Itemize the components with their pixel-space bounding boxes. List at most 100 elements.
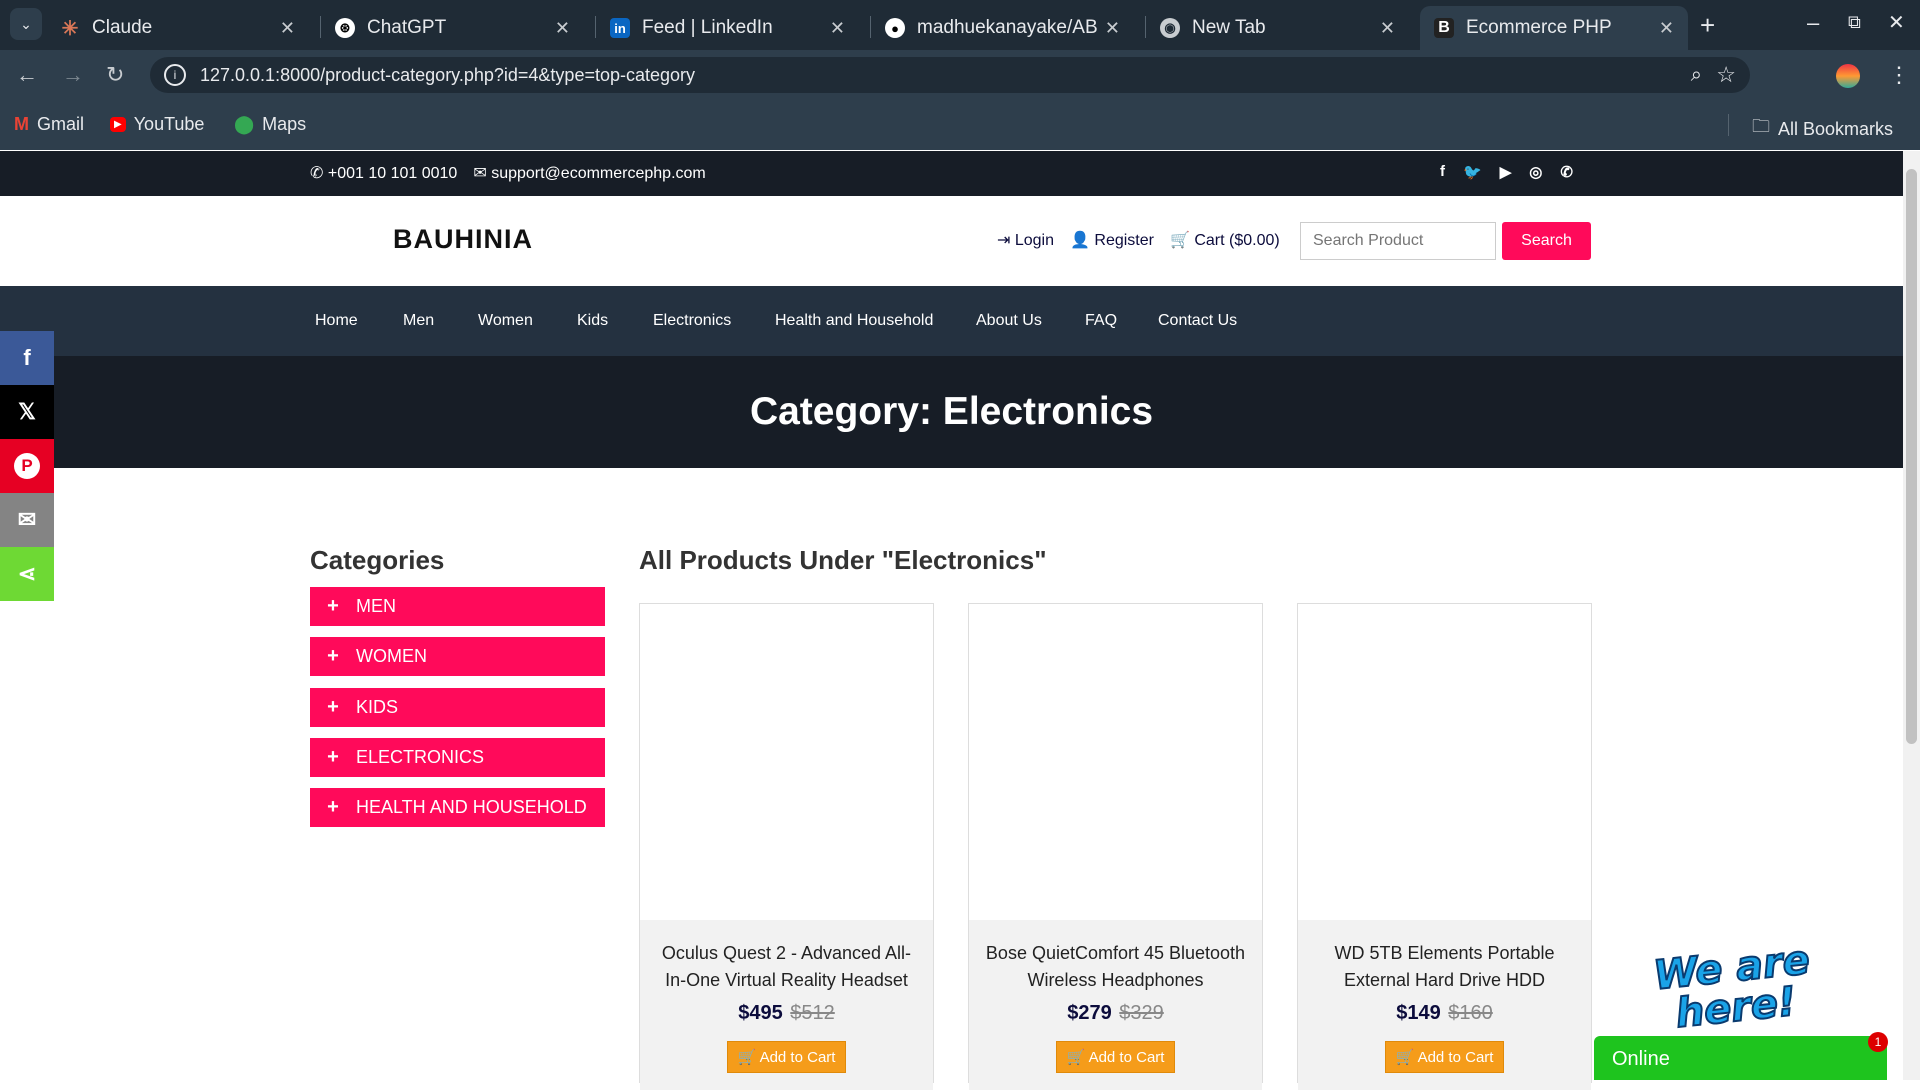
site-header: BAUHINIA ⇥ Login 👤 Register 🛒 Cart ($0.0… <box>0 196 1903 286</box>
product-price: $149 <box>1396 1002 1441 1024</box>
category-electronics[interactable]: + ELECTRONICS <box>310 738 605 777</box>
x-icon: 𝕏 <box>18 399 36 424</box>
share-facebook-button[interactable]: f <box>0 331 54 385</box>
tab-linkedin[interactable]: in Feed | LinkedIn ✕ <box>610 6 855 50</box>
category-banner: Category: Electronics <box>0 356 1903 468</box>
tab-claude[interactable]: ✳ Claude ✕ <box>60 6 305 50</box>
email-contact[interactable]: ✉ support@ecommercephp.com <box>473 163 705 183</box>
bookmark-youtube[interactable]: ▶ YouTube <box>110 114 204 135</box>
site-info-icon[interactable]: i <box>164 64 186 86</box>
add-to-cart-button[interactable]: 🛒 Add to Cart <box>1055 1041 1176 1073</box>
nav-about-us[interactable]: About Us <box>976 312 1042 330</box>
tab-chatgpt[interactable]: ⊛ ChatGPT ✕ <box>335 6 580 50</box>
envelope-icon: ✉ <box>17 507 37 532</box>
product-card[interactable]: Bose QuietComfort 45 Bluetooth Wireless … <box>968 603 1263 1090</box>
nav-faq[interactable]: FAQ <box>1085 312 1117 330</box>
all-bookmarks[interactable]: 🗀 All Bookmarks <box>1752 114 1893 144</box>
gmail-icon: M <box>14 114 29 134</box>
nav-women[interactable]: Women <box>478 312 533 330</box>
product-price: $495 <box>738 1002 783 1024</box>
product-image[interactable] <box>969 604 1262 920</box>
youtube-icon: ▶ <box>110 117 126 132</box>
github-icon: ● <box>885 18 905 38</box>
share-more-button[interactable]: ⋖ <box>0 547 54 601</box>
pinterest-icon: P <box>14 453 40 479</box>
twitter-icon[interactable]: 🐦 <box>1463 163 1482 181</box>
instagram-icon[interactable]: ◎ <box>1529 163 1542 181</box>
share-pinterest-button[interactable]: P <box>0 439 54 493</box>
close-icon[interactable]: ✕ <box>830 18 845 39</box>
category-kids[interactable]: + KIDS <box>310 688 605 727</box>
back-arrow-icon[interactable]: ← <box>16 62 38 88</box>
search-input[interactable] <box>1300 222 1496 260</box>
product-card[interactable]: WD 5TB Elements Portable External Hard D… <box>1297 603 1592 1090</box>
tab-ecommerce-php[interactable]: B Ecommerce PHP ✕ <box>1420 6 1688 50</box>
whatsapp-icon[interactable]: ✆ <box>1560 163 1573 181</box>
product-old-price: $160 <box>1448 1002 1493 1024</box>
product-old-price: $329 <box>1119 1002 1164 1024</box>
close-icon[interactable]: ✕ <box>1105 18 1120 39</box>
nav-men[interactable]: Men <box>403 312 434 330</box>
register-link[interactable]: 👤 Register <box>1070 230 1154 250</box>
browser-menu-icon[interactable]: ⋮ <box>1888 62 1910 88</box>
product-image[interactable] <box>1298 604 1591 920</box>
category-health-household[interactable]: + HEALTH AND HOUSEHOLD <box>310 788 605 827</box>
cart-link[interactable]: 🛒 Cart ($0.00) <box>1170 230 1280 250</box>
add-to-cart-button[interactable]: 🛒 Add to Cart <box>726 1041 847 1073</box>
sign-in-icon: ⇥ <box>997 232 1011 249</box>
bookmark-gmail[interactable]: M Gmail <box>14 114 84 135</box>
minimize-icon[interactable]: – <box>1807 10 1819 36</box>
product-card[interactable]: Oculus Quest 2 - Advanced All-In-One Vir… <box>639 603 934 1090</box>
nav-health-household[interactable]: Health and Household <box>775 312 933 330</box>
close-icon[interactable]: ✕ <box>1380 18 1395 39</box>
search-button[interactable]: Search <box>1502 222 1591 260</box>
tab-new-tab[interactable]: ◉ New Tab ✕ <box>1160 6 1405 50</box>
facebook-icon: f <box>23 345 31 370</box>
add-to-cart-button[interactable]: 🛒 Add to Cart <box>1384 1041 1505 1073</box>
phone-contact: ✆ +001 10 101 0010 <box>310 165 458 182</box>
share-email-button[interactable]: ✉ <box>0 493 54 547</box>
folder-icon: 🗀 <box>1752 116 1770 136</box>
nav-contact-us[interactable]: Contact Us <box>1158 312 1237 330</box>
page-scrollbar[interactable] <box>1903 151 1920 1080</box>
close-icon[interactable]: ✕ <box>1659 18 1674 39</box>
new-tab-button[interactable]: + <box>1700 10 1715 41</box>
restore-icon[interactable]: ⧉ <box>1848 12 1861 33</box>
category-men[interactable]: + MEN <box>310 587 605 626</box>
forward-arrow-icon[interactable]: → <box>62 62 84 88</box>
share-icon: ⋖ <box>17 561 37 586</box>
facebook-icon[interactable]: f <box>1440 163 1445 181</box>
product-image[interactable] <box>640 604 933 920</box>
profile-avatar[interactable] <box>1836 64 1860 88</box>
linkedin-icon: in <box>610 18 630 38</box>
claude-icon: ✳ <box>61 17 79 40</box>
chat-status: Online <box>1612 1048 1670 1070</box>
product-name[interactable]: Bose QuietComfort 45 Bluetooth Wireless … <box>969 940 1262 994</box>
bookmark-star-icon[interactable]: ☆ <box>1716 62 1736 88</box>
cart-icon: 🛒 <box>737 1049 757 1066</box>
category-women[interactable]: + WOMEN <box>310 637 605 676</box>
product-name[interactable]: Oculus Quest 2 - Advanced All-In-One Vir… <box>640 940 933 994</box>
nav-electronics[interactable]: Electronics <box>653 312 731 330</box>
chat-online-button[interactable]: Online <box>1594 1036 1887 1080</box>
tab-github[interactable]: ● madhuekanayake/ABC ✕ <box>885 6 1130 50</box>
window-close-icon[interactable]: ✕ <box>1888 10 1905 35</box>
address-bar[interactable]: i 127.0.0.1:8000/product-category.php?id… <box>150 57 1750 93</box>
product-name[interactable]: WD 5TB Elements Portable External Hard D… <box>1298 940 1591 994</box>
youtube-icon[interactable]: ▶ <box>1500 163 1512 181</box>
zoom-icon[interactable]: ⌕ <box>1691 64 1702 87</box>
nav-kids[interactable]: Kids <box>577 312 608 330</box>
user-plus-icon: 👤 <box>1070 232 1090 249</box>
we-are-here-callout[interactable]: We are here! <box>1646 936 1822 1040</box>
close-icon[interactable]: ✕ <box>555 18 570 39</box>
close-icon[interactable]: ✕ <box>280 18 295 39</box>
share-x-button[interactable]: 𝕏 <box>0 385 54 439</box>
nav-home[interactable]: Home <box>315 312 358 330</box>
site-logo[interactable]: BAUHINIA <box>393 224 533 255</box>
products-heading: All Products Under "Electronics" <box>639 545 1047 575</box>
scrollbar-thumb[interactable] <box>1906 169 1917 744</box>
bookmark-maps[interactable]: ⬤ Maps <box>234 114 306 135</box>
login-link[interactable]: ⇥ Login <box>997 230 1054 250</box>
reload-icon[interactable]: ↻ <box>106 62 124 88</box>
tab-search-button[interactable]: ⌄ <box>10 8 42 40</box>
